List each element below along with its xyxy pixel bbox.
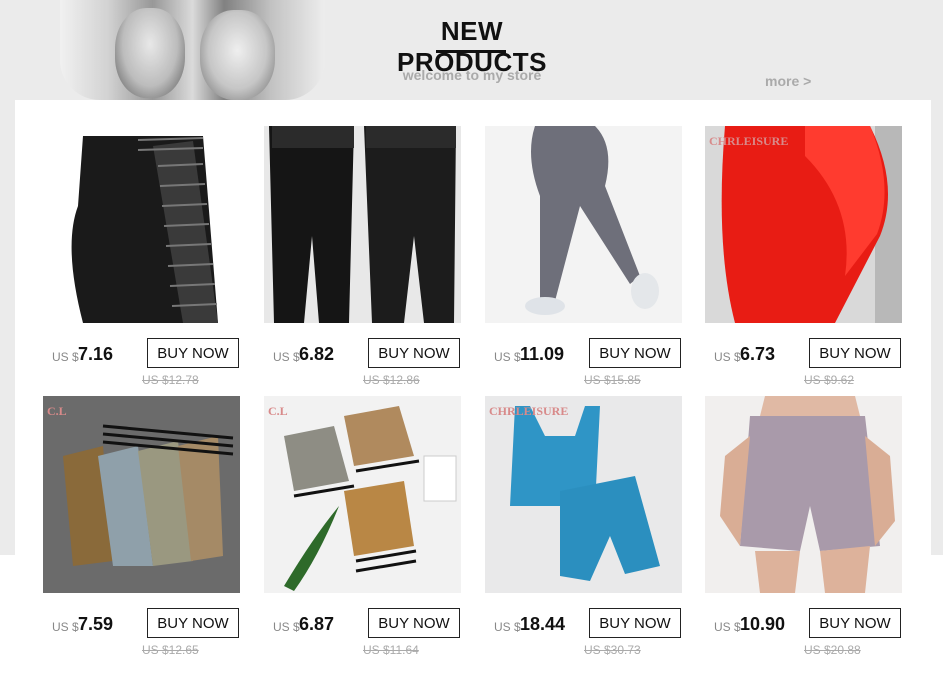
product-image[interactable] <box>485 126 682 323</box>
original-price: US $20.88 <box>804 643 861 657</box>
product-card[interactable]: C.L US $ 6.87 BUY NOW US $11.64 <box>264 396 461 666</box>
price: 18.44 <box>520 614 566 634</box>
original-price: US $12.86 <box>363 373 420 387</box>
brand-watermark: CHRLEISURE <box>709 134 789 148</box>
price-row: US $ 7.16 BUY NOW <box>43 338 240 370</box>
product-photo-gray-leggings <box>485 126 682 323</box>
price: 6.87 <box>299 614 335 634</box>
price-row: US $ 7.59 BUY NOW <box>43 608 240 640</box>
buy-now-button[interactable]: BUY NOW <box>809 338 901 368</box>
currency-label: US $ <box>273 350 300 364</box>
product-card[interactable]: CHRLEISURE US $ 18.44 BUY NOW US $30.73 <box>485 396 682 666</box>
brand-watermark: C.L <box>47 404 67 418</box>
product-card[interactable]: US $ 6.82 BUY NOW US $12.86 <box>264 126 461 396</box>
product-card[interactable]: US $ 10.90 BUY NOW US $20.88 <box>705 396 902 666</box>
buy-now-button[interactable]: BUY NOW <box>368 338 460 368</box>
currency-label: US $ <box>714 620 741 634</box>
currency-label: US $ <box>714 350 741 364</box>
buy-now-button[interactable]: BUY NOW <box>147 608 239 638</box>
price: 11.09 <box>520 344 565 364</box>
product-card[interactable]: US $ 7.16 BUY NOW US $12.78 <box>43 126 240 396</box>
price: 7.59 <box>78 614 114 634</box>
price-row: US $ 10.90 BUY NOW <box>705 608 902 640</box>
price-row: US $ 6.87 BUY NOW <box>264 608 461 640</box>
buy-now-button[interactable]: BUY NOW <box>147 338 239 368</box>
original-price: US $11.64 <box>363 643 419 657</box>
product-photo-black-textured-leggings <box>264 126 461 323</box>
more-link[interactable]: more > <box>765 73 811 89</box>
price: 6.73 <box>740 344 776 364</box>
section-subtitle: welcome to my store <box>402 67 542 83</box>
title-underline <box>436 50 506 53</box>
brand-watermark: C.L <box>268 404 288 418</box>
buy-now-button[interactable]: BUY NOW <box>589 608 681 638</box>
currency-label: US $ <box>273 620 300 634</box>
price-row: US $ 6.82 BUY NOW <box>264 338 461 370</box>
original-price: US $15.85 <box>584 373 641 387</box>
product-photo-red-textured-leggings <box>705 126 902 323</box>
product-image[interactable] <box>264 126 461 323</box>
buy-now-button[interactable]: BUY NOW <box>809 608 901 638</box>
original-price: US $30.73 <box>584 643 641 657</box>
currency-label: US $ <box>494 350 521 364</box>
product-card[interactable]: CHRLEISURE US $ 6.73 BUY NOW US $9.62 <box>705 126 902 396</box>
model-photo-right <box>200 10 275 100</box>
currency-label: US $ <box>52 350 79 364</box>
product-image[interactable]: CHRLEISURE <box>705 126 902 323</box>
price: 7.16 <box>78 344 114 364</box>
product-image[interactable]: CHRLEISURE <box>485 396 682 593</box>
product-image[interactable]: C.L <box>264 396 461 593</box>
product-image[interactable] <box>43 126 240 323</box>
product-photo-blue-sports-set <box>485 396 682 593</box>
product-photo-snake-print-leggings <box>43 396 240 593</box>
product-image[interactable]: C.L <box>43 396 240 593</box>
product-photo-lavender-shorts <box>705 396 902 593</box>
product-photo-animal-print-sports-bras <box>264 396 461 593</box>
currency-label: US $ <box>494 620 521 634</box>
price: 10.90 <box>740 614 786 634</box>
original-price: US $12.78 <box>142 373 199 387</box>
product-card[interactable]: C.L US $ 7.59 BUY NOW US $12.65 <box>43 396 240 666</box>
model-photo-left <box>115 8 185 98</box>
product-grid: US $ 7.16 BUY NOW US $12.78 US $ 6.82 BU… <box>15 100 931 686</box>
original-price: US $12.65 <box>142 643 199 657</box>
buy-now-button[interactable]: BUY NOW <box>368 608 460 638</box>
price-row: US $ 18.44 BUY NOW <box>485 608 682 640</box>
price: 6.82 <box>299 344 335 364</box>
original-price: US $9.62 <box>804 373 855 387</box>
product-image[interactable] <box>705 396 902 593</box>
price-row: US $ 6.73 BUY NOW <box>705 338 902 370</box>
banner-models-photo <box>60 0 325 100</box>
product-card[interactable]: US $ 11.09 BUY NOW US $15.85 <box>485 126 682 396</box>
brand-watermark: CHRLEISURE <box>489 404 569 418</box>
buy-now-button[interactable]: BUY NOW <box>589 338 681 368</box>
product-photo-black-striped-leggings <box>43 126 240 323</box>
price-row: US $ 11.09 BUY NOW <box>485 338 682 370</box>
currency-label: US $ <box>52 620 79 634</box>
